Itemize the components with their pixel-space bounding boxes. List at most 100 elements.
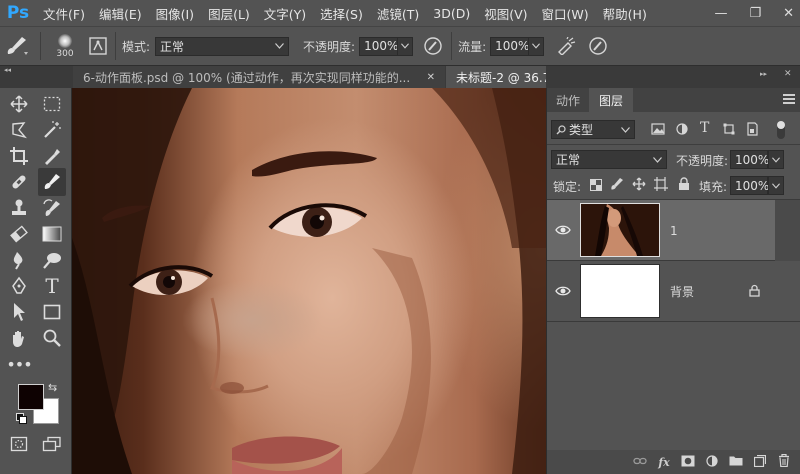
opacity-dropdown-button[interactable] xyxy=(397,36,414,56)
layer-opacity-field[interactable]: 100% xyxy=(730,150,769,169)
visibility-eye-icon[interactable] xyxy=(555,222,571,238)
healing-brush-tool-icon[interactable] xyxy=(7,170,31,194)
minimize-button[interactable]: — xyxy=(714,6,727,21)
menu-edit[interactable]: 编辑(E) xyxy=(92,4,149,23)
menu-window[interactable]: 窗口(W) xyxy=(535,4,596,23)
layer-row-1[interactable]: 1 xyxy=(547,200,775,261)
tab-close-icon[interactable]: ✕ xyxy=(427,72,435,83)
app-logo: Ps xyxy=(6,3,30,23)
tab-layers[interactable]: 图层 xyxy=(589,88,633,112)
new-layer-icon[interactable] xyxy=(753,454,767,470)
crop-tool-icon[interactable] xyxy=(7,144,31,168)
opacity-field[interactable]: 100% xyxy=(359,36,398,56)
flow-dropdown-button[interactable] xyxy=(528,36,545,56)
menu-type[interactable]: 文字(Y) xyxy=(257,4,313,23)
lock-artboard-icon[interactable] xyxy=(654,177,668,194)
eraser-tool-icon[interactable] xyxy=(7,222,31,246)
pressure-opacity-icon[interactable] xyxy=(421,34,445,58)
swap-colors-icon[interactable]: ⇆ xyxy=(48,381,57,394)
panel-close-icon[interactable]: ✕ xyxy=(784,69,792,79)
clone-stamp-tool-icon[interactable] xyxy=(7,196,31,220)
adjustment-layer-icon[interactable] xyxy=(705,454,719,470)
mode-dropdown[interactable]: 正常 xyxy=(155,36,290,56)
menu-view[interactable]: 视图(V) xyxy=(477,4,534,23)
filter-adjustment-icon[interactable] xyxy=(676,123,688,138)
layer-filter-dropdown[interactable]: 类型 xyxy=(551,120,635,139)
foreground-color-swatch[interactable] xyxy=(18,384,44,410)
chevron-down-icon xyxy=(653,156,662,163)
document-tab-bar: ◂◂ 6-动作面板.psd @ 100% (通过动作，再次实现同样功能的... … xyxy=(0,66,800,88)
tab-document-2[interactable]: 未标题-2 @ 36.7 xyxy=(446,66,546,88)
move-tool-icon[interactable] xyxy=(7,92,31,116)
chevron-down-icon xyxy=(772,182,780,189)
layer-thumbnail xyxy=(580,203,660,257)
menu-select[interactable]: 选择(S) xyxy=(313,4,370,23)
add-mask-icon[interactable] xyxy=(681,455,695,470)
magic-wand-tool-icon[interactable] xyxy=(40,118,64,142)
menu-layer[interactable]: 图层(L) xyxy=(201,4,257,23)
tab-actions[interactable]: 动作 xyxy=(547,88,589,112)
lock-transparent-pixels-icon[interactable] xyxy=(590,179,602,194)
marquee-tool-icon[interactable] xyxy=(40,92,64,116)
lock-image-pixels-icon[interactable] xyxy=(610,177,624,194)
gradient-tool-icon[interactable] xyxy=(40,222,64,246)
more-tools-icon[interactable]: ••• xyxy=(6,352,32,376)
hand-tool-icon[interactable] xyxy=(7,326,31,350)
lock-position-icon[interactable] xyxy=(632,177,646,194)
brush-tool-icon[interactable] xyxy=(38,168,66,196)
restore-button[interactable]: ❐ xyxy=(749,6,761,21)
path-selection-tool-icon[interactable] xyxy=(7,300,31,324)
link-layers-icon[interactable] xyxy=(633,456,647,469)
filter-type-icon[interactable]: T xyxy=(700,120,709,136)
flow-value: 100% xyxy=(495,39,530,53)
menu-file[interactable]: 文件(F) xyxy=(36,4,92,23)
document-canvas[interactable] xyxy=(72,88,546,474)
dodge-tool-icon[interactable] xyxy=(40,248,64,272)
brush-tip-icon xyxy=(58,33,72,48)
quick-mask-icon[interactable] xyxy=(7,432,31,456)
filter-pixel-icon[interactable] xyxy=(651,123,665,138)
layer-name[interactable]: 1 xyxy=(670,200,678,261)
visibility-eye-icon[interactable] xyxy=(555,283,571,299)
zoom-tool-icon[interactable] xyxy=(40,326,64,350)
blur-tool-icon[interactable] xyxy=(7,248,31,272)
screen-mode-icon[interactable] xyxy=(40,432,64,456)
layer-opacity-dropdown-button[interactable] xyxy=(768,150,784,169)
new-group-folder-icon[interactable] xyxy=(729,455,743,469)
type-tool-icon[interactable]: T xyxy=(40,274,64,298)
brush-tool-preset-icon[interactable] xyxy=(0,31,34,61)
collapse-arrows-icon[interactable]: ◂◂ xyxy=(4,66,18,76)
layer-row-background[interactable]: 背景 xyxy=(547,261,800,322)
menu-image[interactable]: 图像(I) xyxy=(149,4,201,23)
menu-3d[interactable]: 3D(D) xyxy=(426,6,477,21)
lasso-tool-icon[interactable] xyxy=(7,118,31,142)
eyedropper-tool-icon[interactable] xyxy=(40,144,64,168)
fill-dropdown-button[interactable] xyxy=(768,176,784,195)
fill-field[interactable]: 100% xyxy=(730,176,769,195)
layer-list-scrollbar[interactable] xyxy=(775,200,800,261)
close-button[interactable]: ✕ xyxy=(783,6,794,21)
airbrush-icon[interactable] xyxy=(554,34,578,58)
menu-help[interactable]: 帮助(H) xyxy=(596,4,654,23)
default-colors-icon[interactable] xyxy=(16,413,27,424)
pen-tool-icon[interactable] xyxy=(7,274,31,298)
layer-name[interactable]: 背景 xyxy=(670,261,694,322)
pressure-size-icon[interactable] xyxy=(586,34,610,58)
filter-toggle-switch[interactable] xyxy=(777,121,785,139)
layer-list: 1 背景 xyxy=(547,199,800,451)
rectangle-tool-icon[interactable] xyxy=(40,300,64,324)
filter-shape-icon[interactable] xyxy=(723,123,735,138)
filter-smart-object-icon[interactable] xyxy=(746,122,758,139)
menu-filter[interactable]: 滤镜(T) xyxy=(370,4,426,23)
blend-mode-dropdown[interactable]: 正常 xyxy=(551,150,667,169)
tab-document-1[interactable]: 6-动作面板.psd @ 100% (通过动作，再次实现同样功能的... ✕ xyxy=(73,66,445,88)
fx-icon[interactable]: fx xyxy=(657,456,671,469)
flow-field[interactable]: 100% xyxy=(490,36,530,56)
panel-menu-icon[interactable] xyxy=(783,94,795,104)
brush-panel-toggle-icon[interactable] xyxy=(87,35,109,57)
history-brush-tool-icon[interactable] xyxy=(40,196,64,220)
brush-size-picker[interactable]: 300 xyxy=(47,28,83,64)
lock-all-icon[interactable] xyxy=(678,177,690,194)
panel-collapse-icon[interactable]: ▸▸ xyxy=(760,70,767,78)
delete-layer-trash-icon[interactable] xyxy=(777,453,791,470)
